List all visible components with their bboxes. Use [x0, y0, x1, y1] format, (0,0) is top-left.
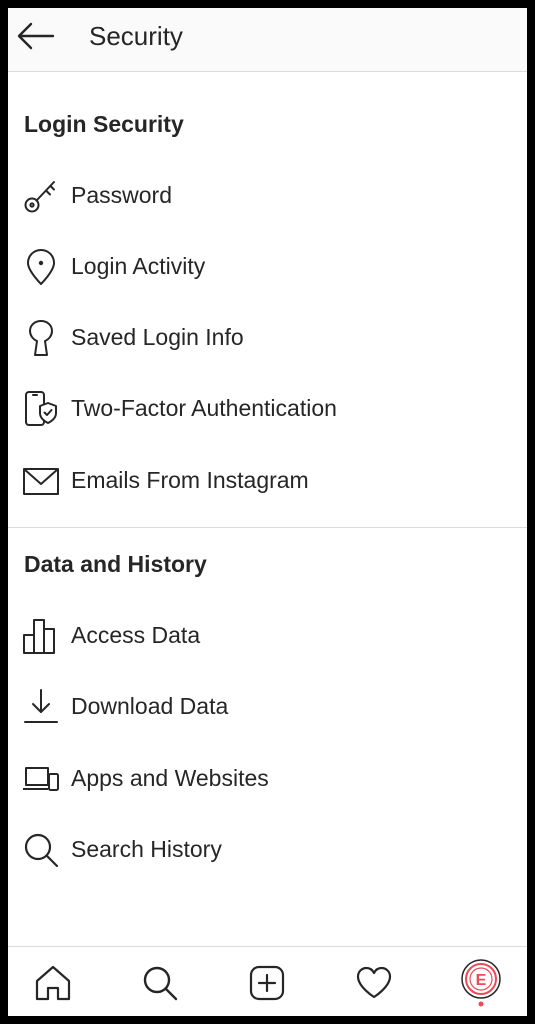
- profile-tab[interactable]: E: [459, 959, 503, 1007]
- bar-chart-icon: [22, 617, 60, 655]
- search-history-label: Search History: [71, 836, 222, 862]
- key-icon: [22, 177, 60, 215]
- emails-from-instagram-label: Emails From Instagram: [71, 467, 309, 493]
- new-post-tab[interactable]: [245, 961, 289, 1005]
- emails-from-instagram-item[interactable]: Emails From Instagram: [8, 450, 527, 510]
- two-factor-authentication-item[interactable]: Two-Factor Authentication: [8, 378, 527, 438]
- search-history-item[interactable]: Search History: [8, 819, 527, 879]
- section-divider: [8, 527, 527, 528]
- access-data-item[interactable]: Access Data: [8, 605, 527, 665]
- envelope-icon: [22, 462, 60, 500]
- two-factor-authentication-label: Two-Factor Authentication: [71, 395, 337, 421]
- devices-icon: [22, 760, 60, 798]
- new-post-icon: [249, 965, 285, 1001]
- password-item[interactable]: Password: [8, 165, 527, 225]
- apps-and-websites-label: Apps and Websites: [71, 765, 269, 791]
- profile-initial: E: [476, 972, 487, 989]
- login-activity-label: Login Activity: [71, 253, 206, 279]
- section-title-login-security: Login Security: [24, 111, 184, 137]
- saved-login-info-item[interactable]: Saved Login Info: [8, 307, 527, 367]
- back-arrow-icon: [17, 22, 55, 50]
- heart-icon: [356, 966, 392, 999]
- saved-login-info-label: Saved Login Info: [71, 324, 244, 350]
- download-data-item[interactable]: Download Data: [8, 676, 527, 736]
- home-icon: [35, 965, 71, 1001]
- search-icon: [143, 966, 178, 1001]
- search-icon: [22, 831, 60, 869]
- activity-tab[interactable]: [352, 961, 396, 1005]
- login-activity-item[interactable]: Login Activity: [8, 236, 527, 296]
- access-data-label: Access Data: [71, 622, 201, 648]
- back-button[interactable]: [16, 18, 56, 54]
- section-title-data-and-history: Data and History: [24, 551, 207, 577]
- phone-shield-icon: [22, 390, 60, 428]
- profile-avatar: E: [461, 959, 501, 1007]
- download-icon: [22, 688, 60, 726]
- apps-and-websites-item[interactable]: Apps and Websites: [8, 748, 527, 808]
- keyhole-icon: [22, 319, 60, 357]
- page-title: Security: [89, 21, 183, 51]
- download-data-label: Download Data: [71, 693, 229, 719]
- location-pin-icon: [22, 248, 60, 286]
- home-tab[interactable]: [31, 961, 75, 1005]
- search-tab[interactable]: [138, 961, 182, 1005]
- security-screen: Security Login Security Password Login A…: [8, 8, 527, 1016]
- password-label: Password: [71, 182, 172, 208]
- top-app-bar: Security: [8, 8, 527, 72]
- bottom-navigation-bar: E: [8, 946, 527, 1016]
